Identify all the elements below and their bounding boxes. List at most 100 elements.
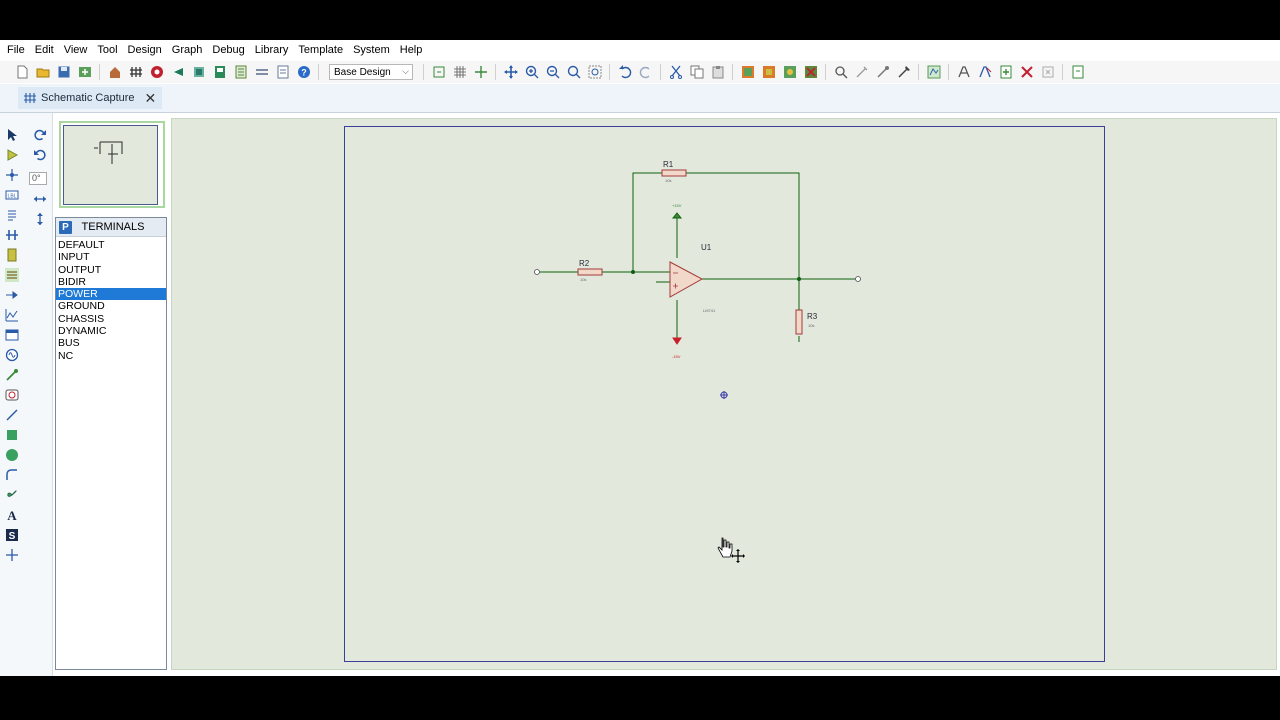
netlist-icon[interactable] [254, 64, 270, 80]
zoom-area-icon[interactable] [587, 64, 603, 80]
package-tool-icon[interactable] [875, 64, 891, 80]
design-explorer-icon[interactable] [1070, 64, 1086, 80]
origin-icon[interactable] [473, 64, 489, 80]
terminal-item-bus[interactable]: BUS [56, 337, 166, 349]
buses-icon[interactable] [4, 227, 20, 243]
line-tool-icon[interactable] [4, 407, 20, 423]
menu-library[interactable]: Library [250, 44, 294, 56]
block-delete-icon[interactable] [803, 64, 819, 80]
terminal-item-ground[interactable]: GROUND [56, 300, 166, 312]
paste-icon[interactable] [710, 64, 726, 80]
menu-tool[interactable]: Tool [92, 44, 122, 56]
circle-tool-icon[interactable] [4, 447, 20, 463]
virtual-instruments-icon[interactable] [4, 387, 20, 403]
mirror-vertical-icon[interactable] [32, 211, 48, 227]
generator-mode-icon[interactable] [4, 347, 20, 363]
block-rotate-icon[interactable] [782, 64, 798, 80]
3d-viewer-icon[interactable] [191, 64, 207, 80]
mirror-horizontal-icon[interactable] [32, 191, 48, 207]
rotation-angle-input[interactable]: 0° [29, 172, 47, 185]
chevron-down-icon: ⌵ [402, 66, 409, 76]
terminal-item-default[interactable]: DEFAULT [56, 239, 166, 251]
menu-design[interactable]: Design [123, 44, 167, 56]
terminal-item-output[interactable]: OUTPUT [56, 264, 166, 276]
text-tool-icon[interactable]: A [4, 507, 20, 523]
bom-icon[interactable] [233, 64, 249, 80]
schematic-icon[interactable] [128, 64, 144, 80]
menu-debug[interactable]: Debug [207, 44, 249, 56]
selection-mode-icon[interactable] [4, 127, 20, 143]
zoom-in-icon[interactable] [524, 64, 540, 80]
symbol-tool-icon[interactable]: S [4, 527, 20, 543]
new-sheet-icon[interactable] [998, 64, 1014, 80]
text-script-icon[interactable] [4, 207, 20, 223]
pick-device-icon[interactable] [833, 64, 849, 80]
arc-tool-icon[interactable] [4, 467, 20, 483]
home-icon[interactable] [107, 64, 123, 80]
terminal-item-bidir[interactable]: BIDIR [56, 276, 166, 288]
terminals-panel: P TERMINALS DEFAULT INPUT OUTPUT BIDIR P… [55, 217, 167, 670]
probe-mode-icon[interactable] [4, 367, 20, 383]
component-mode-icon[interactable] [4, 147, 20, 163]
graph-mode-icon[interactable] [4, 307, 20, 323]
wire-label-icon[interactable]: LBL [4, 187, 20, 203]
schematic-sheet[interactable] [344, 126, 1105, 662]
zoom-out-icon[interactable] [545, 64, 561, 80]
terminal-item-chassis[interactable]: CHASSIS [56, 313, 166, 325]
menu-help[interactable]: Help [395, 44, 428, 56]
block-copy-icon[interactable] [740, 64, 756, 80]
marker-tool-icon[interactable] [4, 547, 20, 563]
menu-template[interactable]: Template [293, 44, 348, 56]
notes-icon[interactable] [275, 64, 291, 80]
remove-sheet-icon[interactable] [1019, 64, 1035, 80]
grid-toggle-icon[interactable] [452, 64, 468, 80]
close-tab-icon[interactable]: ✕ [145, 91, 157, 105]
pan-icon[interactable] [503, 64, 519, 80]
box-tool-icon[interactable] [4, 427, 20, 443]
active-popup-icon[interactable] [4, 327, 20, 343]
rotate-clockwise-icon[interactable] [32, 127, 48, 143]
search-tag-icon[interactable] [956, 64, 972, 80]
rotate-anticlockwise-icon[interactable] [32, 147, 48, 163]
make-device-icon[interactable] [854, 64, 870, 80]
tab-schematic-capture[interactable]: Schematic Capture ✕ [18, 87, 163, 109]
device-pins-icon[interactable] [4, 287, 20, 303]
subcircuit-icon[interactable] [4, 247, 20, 263]
refresh-icon[interactable] [431, 64, 447, 80]
gerber-icon[interactable] [212, 64, 228, 80]
svg-text:?: ? [301, 68, 307, 78]
undo-icon[interactable] [617, 64, 633, 80]
exit-parent-icon[interactable] [1040, 64, 1056, 80]
menu-view[interactable]: View [59, 44, 93, 56]
open-folder-icon[interactable] [35, 64, 51, 80]
pick-devices-button[interactable]: P [59, 220, 72, 234]
import-icon[interactable] [77, 64, 93, 80]
new-file-icon[interactable] [14, 64, 30, 80]
design-variant-select[interactable]: Base Design ⌵ [329, 64, 413, 80]
property-tool-icon[interactable] [977, 64, 993, 80]
tab-label: Schematic Capture [41, 92, 135, 104]
terminals-mode-icon[interactable] [4, 267, 20, 283]
help-icon[interactable]: ? [296, 64, 312, 80]
path-tool-icon[interactable] [4, 487, 20, 503]
pcb-layout-icon[interactable] [149, 64, 165, 80]
redo-icon[interactable] [638, 64, 654, 80]
cut-icon[interactable] [668, 64, 684, 80]
copy-icon[interactable] [689, 64, 705, 80]
zoom-all-icon[interactable] [566, 64, 582, 80]
menu-file[interactable]: File [0, 44, 30, 56]
junction-dot-icon[interactable] [4, 167, 20, 183]
overview-preview[interactable] [63, 125, 158, 205]
block-move-icon[interactable] [761, 64, 777, 80]
save-icon[interactable] [56, 64, 72, 80]
back-icon[interactable] [170, 64, 186, 80]
terminal-item-nc[interactable]: NC [56, 350, 166, 362]
terminal-item-dynamic[interactable]: DYNAMIC [56, 325, 166, 337]
menu-system[interactable]: System [348, 44, 395, 56]
decompose-icon[interactable] [896, 64, 912, 80]
terminal-item-input[interactable]: INPUT [56, 251, 166, 263]
menu-graph[interactable]: Graph [167, 44, 208, 56]
menu-edit[interactable]: Edit [30, 44, 59, 56]
wire-autorouter-icon[interactable] [926, 64, 942, 80]
terminal-item-power[interactable]: POWER [56, 288, 166, 301]
